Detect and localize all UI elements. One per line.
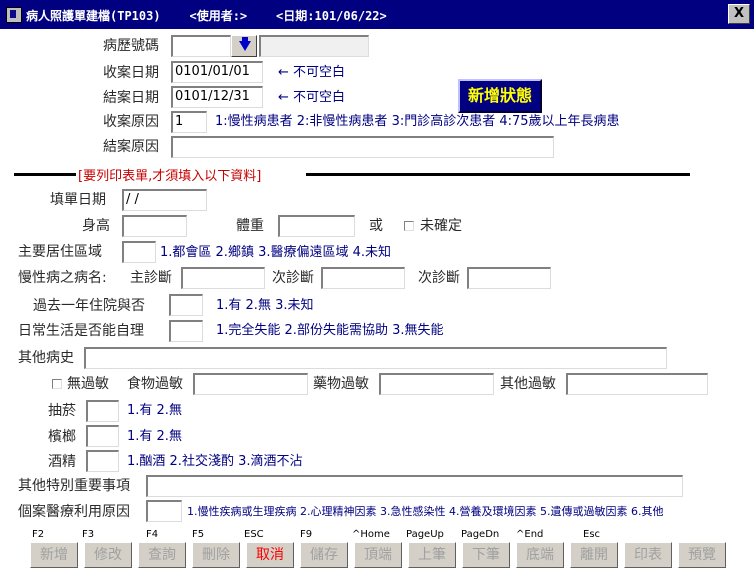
open-date-label: 收案日期: [103, 65, 159, 81]
undetermined-label: 未確定: [420, 218, 462, 234]
chronic-label: 慢性病之病名:: [18, 270, 107, 286]
primary-dx-input[interactable]: [181, 267, 265, 289]
primary-dx-label: 主診斷: [130, 270, 172, 286]
other-allergy-label: 其他過敏: [500, 376, 556, 392]
residence-options: 1.都會區 2.鄉鎮 3.醫療偏遠區域 4.未知: [160, 245, 392, 260]
cancel-button[interactable]: 取消: [246, 542, 294, 568]
betel-label: 檳榔: [48, 429, 76, 445]
utilization-input[interactable]: [146, 500, 182, 522]
exit-button[interactable]: 離開: [570, 542, 618, 568]
preview-button[interactable]: 預覽: [678, 542, 726, 568]
alcohol-input[interactable]: [86, 450, 119, 472]
fkey-prev: PageUp: [406, 529, 444, 540]
fkey-edit: F3: [82, 529, 95, 540]
fkey-bottom: ^End: [516, 529, 544, 540]
residence-label: 主要居住區域: [18, 244, 102, 260]
delete-button[interactable]: 刪除: [192, 542, 240, 568]
weight-input[interactable]: [278, 215, 355, 237]
fill-date-input[interactable]: / /: [122, 189, 207, 211]
top-button[interactable]: 頂端: [354, 542, 402, 568]
drug-allergy-input[interactable]: [379, 373, 494, 395]
drug-allergy-label: 藥物過敏: [313, 376, 369, 392]
utilization-options: 1.慢性疾病或生理疾病 2.心理精神因素 3.急性感染性 4.營養及環境因素 5…: [187, 505, 664, 518]
notes-input[interactable]: [146, 475, 683, 497]
secondary-dx-input-1[interactable]: [321, 267, 405, 289]
edit-button[interactable]: 修改: [84, 542, 132, 568]
smoking-label: 抽菸: [48, 403, 76, 419]
patient-care-form: 病歷號碼 收案日期 0101/01/01 ← 不可空白 結案日期 0101/12…: [0, 29, 754, 578]
query-button[interactable]: 查詢: [138, 542, 186, 568]
fkey-exit: Esc: [583, 529, 601, 540]
window-title: 病人照護單建檔(TP103) <使用者:> <日期:101/06/22>: [26, 9, 387, 23]
hospitalized-options: 1.有 2.無 3.未知: [216, 298, 314, 313]
print-button[interactable]: 印表: [624, 542, 672, 568]
close-reason-input[interactable]: [171, 136, 554, 158]
no-allergy-label: 無過敏: [67, 376, 109, 392]
height-label: 身高: [82, 218, 110, 234]
section-title: [要列印表單,才須填入以下資料]: [78, 169, 262, 184]
selfcare-options: 1.完全失能 2.部份失能需協助 3.無失能: [216, 323, 444, 338]
hospitalized-label: 過去一年住院與否: [33, 298, 145, 314]
hospitalized-input[interactable]: [169, 294, 203, 316]
fkey-top: ^Home: [352, 529, 390, 540]
undetermined-checkbox[interactable]: [404, 221, 414, 231]
betel-options: 1.有 2.無: [127, 429, 182, 444]
selfcare-input[interactable]: [169, 320, 203, 342]
betel-input[interactable]: [86, 425, 119, 447]
selfcare-label: 日常生活是否能自理: [18, 323, 144, 339]
weight-label: 體重: [236, 218, 264, 234]
prev-record-button[interactable]: 上筆: [408, 542, 456, 568]
bottom-button[interactable]: 底端: [516, 542, 564, 568]
close-date-input[interactable]: 0101/12/31: [171, 86, 263, 108]
app-icon: [6, 7, 22, 23]
height-input[interactable]: [122, 215, 187, 237]
smoking-input[interactable]: [86, 400, 119, 422]
food-allergy-input[interactable]: [193, 373, 308, 395]
secondary-dx-input-2[interactable]: [467, 267, 551, 289]
reason-input[interactable]: 1: [171, 111, 207, 133]
status-badge: 新增狀態: [458, 79, 542, 113]
alcohol-options: 1.酗酒 2.社交淺酌 3.滴酒不沾: [127, 454, 303, 469]
notes-label: 其他特別重要事項: [18, 478, 130, 494]
secondary-dx-label-2: 次診斷: [418, 270, 460, 286]
open-date-input[interactable]: 0101/01/01: [171, 61, 263, 83]
close-date-hint: ← 不可空白: [278, 90, 346, 105]
other-history-input[interactable]: [84, 347, 667, 369]
utilization-label: 個案醫療利用原因: [18, 504, 130, 520]
fkey-next: PageDn: [461, 529, 500, 540]
or-label: 或: [369, 218, 383, 234]
fkey-query: F4: [146, 529, 159, 540]
other-allergy-input[interactable]: [566, 373, 708, 395]
separator-left: [14, 173, 76, 176]
reason-options: 1:慢性病患者 2:非慢性病患者 3:門診高診次患者 4:75歲以上年長病患: [215, 114, 620, 129]
smoking-options: 1.有 2.無: [127, 403, 182, 418]
fkey-delete: F5: [192, 529, 205, 540]
reason-label: 收案原因: [103, 114, 159, 130]
other-history-label: 其他病史: [18, 350, 74, 366]
fkey-save: F9: [300, 529, 313, 540]
patient-name-field: [259, 35, 369, 57]
fill-date-label: 填單日期: [50, 192, 106, 208]
chart-no-input[interactable]: [171, 35, 231, 57]
fkey-new: F2: [32, 529, 45, 540]
no-allergy-checkbox[interactable]: [52, 379, 62, 389]
alcohol-label: 酒精: [48, 454, 76, 470]
residence-input[interactable]: [122, 241, 156, 263]
save-button[interactable]: 儲存: [300, 542, 348, 568]
fkey-cancel: ESC: [244, 529, 264, 540]
food-allergy-label: 食物過敏: [127, 376, 183, 392]
chart-no-label: 病歷號碼: [103, 38, 159, 54]
close-date-label: 結案日期: [103, 90, 159, 106]
new-button[interactable]: 新增: [30, 542, 78, 568]
secondary-dx-label-1: 次診斷: [272, 270, 314, 286]
title-bar: 病人照護單建檔(TP103) <使用者:> <日期:101/06/22> X: [0, 0, 754, 29]
next-record-button[interactable]: 下筆: [462, 542, 510, 568]
chart-no-lookup-button[interactable]: [231, 35, 257, 57]
separator-right: [306, 173, 690, 176]
open-date-hint: ← 不可空白: [278, 65, 346, 80]
close-button[interactable]: X: [728, 4, 750, 24]
close-reason-label: 結案原因: [103, 139, 159, 155]
